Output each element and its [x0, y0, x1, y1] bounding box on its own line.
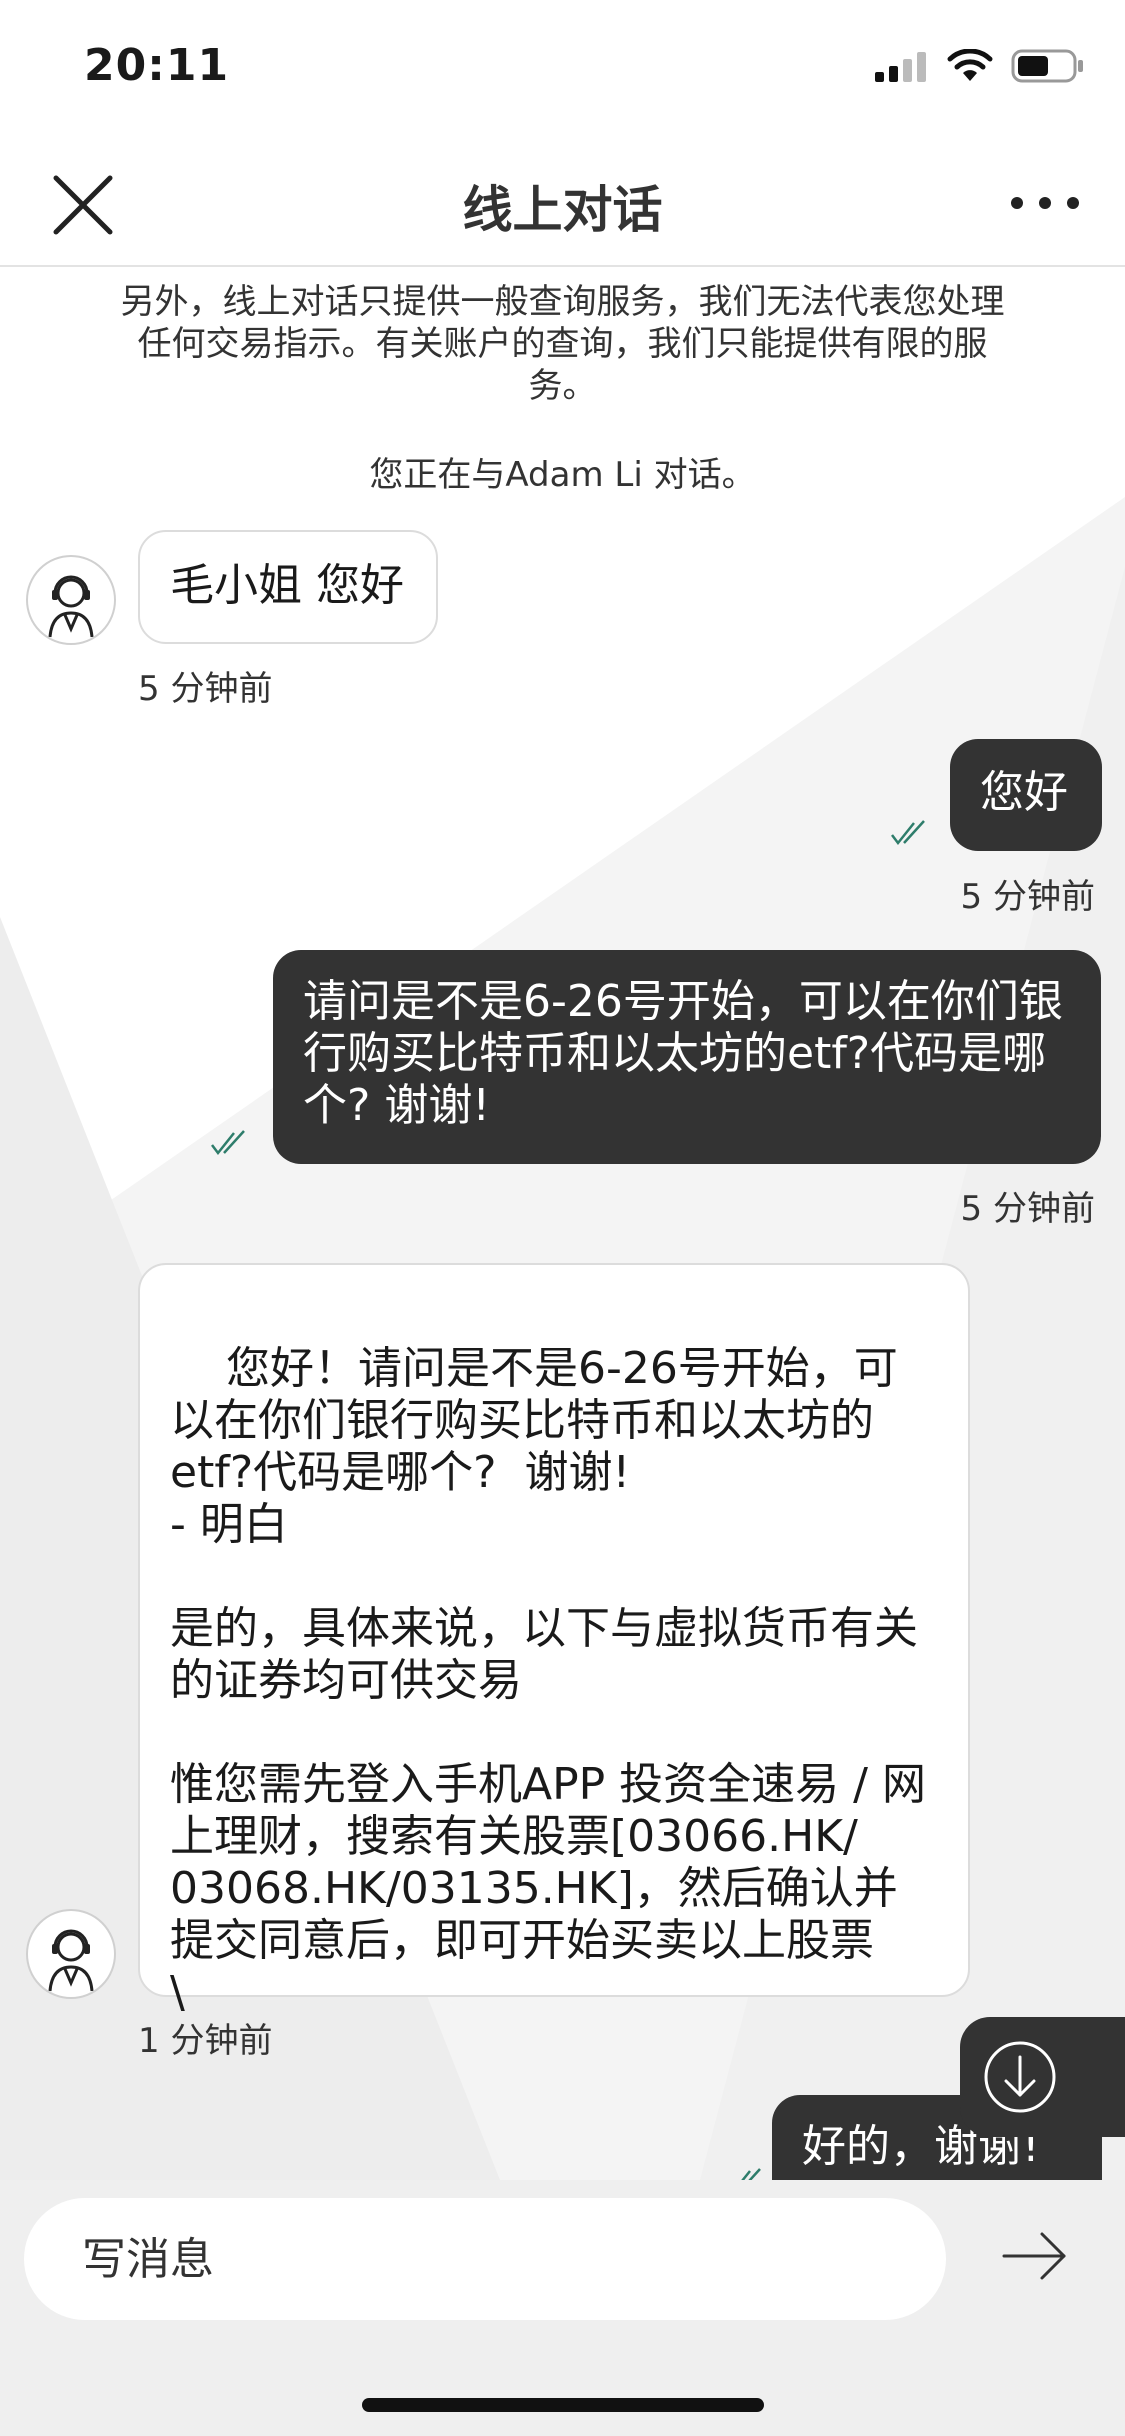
arrow-down-circle-icon: [984, 2041, 1056, 2113]
agent-message-bubble: 您好！请问是不是6-26号开始，可以在你们银行购买比特币和以太坊的etf?代码是…: [138, 1263, 970, 2018]
battery-icon: [1011, 49, 1083, 83]
agent-connected-notice: 您正在与Adam Li 对话。: [369, 455, 756, 495]
status-bar: 20:11: [0, 0, 1125, 140]
user-message-text: 请问是不是6-26号开始，可以在你们银行购买比特币和以太坊的etf?代码是哪个?…: [303, 976, 1063, 1131]
status-time: 20:11: [84, 40, 230, 91]
headset-agent-icon: [48, 1929, 94, 1992]
message-timestamp: 5 分钟前: [960, 877, 1095, 917]
chat-notice: 另外，线上对话只提供一般查询服务，我们无法代表您处理任何交易指示。有关账户的查询…: [120, 282, 1005, 406]
more-dots-icon: [1011, 197, 1079, 209]
read-receipt-icon: [891, 820, 925, 846]
chat-header: 线上对话: [0, 140, 1125, 267]
headset-agent-icon: [48, 575, 94, 638]
home-indicator[interactable]: [362, 2398, 764, 2412]
agent-avatar: [26, 1909, 116, 1999]
status-icons: [873, 48, 1085, 84]
user-message-bubble: 您好: [950, 739, 1102, 851]
user-message-bubble: 请问是不是6-26号开始，可以在你们银行购买比特币和以太坊的etf?代码是哪个?…: [273, 950, 1101, 1164]
scroll-to-bottom-button[interactable]: [960, 2017, 1125, 2137]
message-input[interactable]: [24, 2198, 946, 2320]
arrow-right-icon: [1002, 2232, 1066, 2280]
read-receipt-icon: [211, 1130, 245, 1156]
more-options-button[interactable]: [1005, 178, 1085, 228]
page-title: 线上对话: [462, 181, 663, 239]
agent-message-text: 您好！请问是不是6-26号开始，可以在你们银行购买比特币和以太坊的etf?代码是…: [170, 1343, 926, 2018]
user-message-text: 您好: [980, 767, 1068, 818]
message-timestamp: 1 分钟前: [138, 2021, 273, 2061]
agent-message-bubble: 毛小姐 您好: [138, 530, 438, 644]
message-timestamp: 5 分钟前: [138, 669, 273, 709]
send-button[interactable]: [1000, 2226, 1070, 2286]
read-receipt-icon: [741, 2168, 761, 2180]
wifi-icon: [947, 49, 993, 81]
chat-message-list[interactable]: 另外，线上对话只提供一般查询服务，我们无法代表您处理任何交易指示。有关账户的查询…: [0, 267, 1125, 2180]
message-timestamp: 5 分钟前: [960, 1189, 1095, 1229]
agent-message-text: 毛小姐 您好: [170, 560, 404, 611]
cellular-signal-icon: [875, 52, 926, 82]
agent-avatar: [26, 555, 116, 645]
